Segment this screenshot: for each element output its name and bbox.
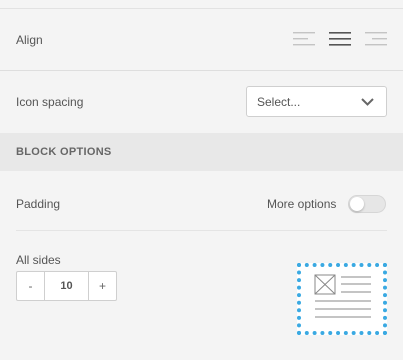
all-sides-label: All sides [16, 253, 61, 267]
padding-label: Padding [16, 197, 61, 211]
icon-spacing-select-value: Select... [257, 95, 301, 109]
align-options [292, 30, 388, 48]
align-label: Align [16, 33, 43, 47]
icon-spacing-label: Icon spacing [16, 95, 84, 109]
decrement-button[interactable]: - [17, 272, 45, 300]
increment-button[interactable]: + [88, 272, 116, 300]
divider [0, 70, 403, 71]
padding-stepper: - 10 + [16, 271, 117, 301]
align-left-icon[interactable] [292, 30, 316, 48]
section-title: BLOCK OPTIONS [16, 146, 112, 158]
icon-spacing-select[interactable]: Select... [246, 86, 387, 117]
more-options-label: More options [267, 197, 337, 211]
padding-preview-icon[interactable] [297, 263, 387, 335]
align-center-icon[interactable] [328, 30, 352, 48]
divider [16, 230, 387, 231]
toggle-knob [350, 197, 364, 211]
align-right-icon[interactable] [364, 30, 388, 48]
divider [0, 8, 403, 9]
block-options-header: BLOCK OPTIONS [0, 133, 403, 171]
settings-panel: Align Icon spacing Select... BLOCK OPTIO… [0, 0, 403, 360]
more-options-toggle[interactable] [348, 195, 386, 213]
padding-value[interactable]: 10 [45, 272, 88, 300]
chevron-down-icon [361, 96, 374, 110]
